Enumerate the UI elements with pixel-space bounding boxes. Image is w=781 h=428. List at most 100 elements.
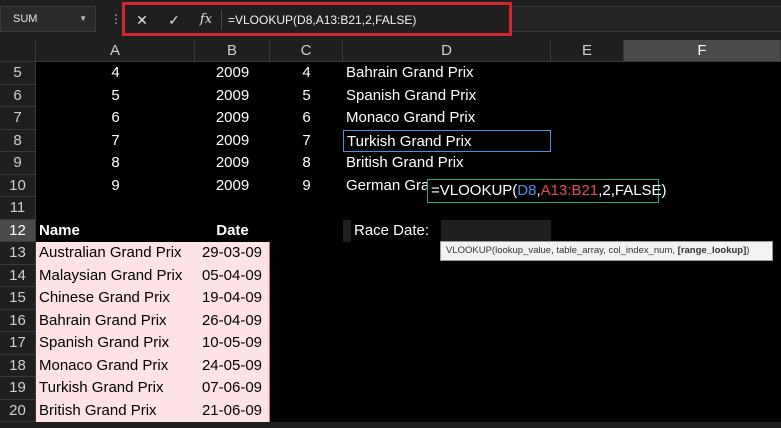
column-header-a[interactable]: A [36,40,195,62]
name-box[interactable]: SUM ▼ [0,6,96,32]
cell-d19[interactable] [343,377,551,400]
cells-ef-19[interactable] [551,377,781,400]
cell-b10[interactable]: 2009 [195,174,270,197]
cells-ef-20[interactable] [551,399,781,422]
select-all-corner[interactable] [0,40,36,62]
row-header-6[interactable]: 6 [0,84,36,107]
cell-b13[interactable]: 29-03-09 [195,242,270,265]
row-header-15[interactable]: 15 [0,287,36,310]
cell-d20[interactable] [343,399,551,422]
cell-c7[interactable]: 6 [270,107,343,130]
cell-c9[interactable]: 8 [270,152,343,175]
cells-ef-7[interactable] [551,107,781,130]
cell-c10[interactable]: 9 [270,174,343,197]
cells-ef-8[interactable] [551,129,781,152]
cell-b9[interactable]: 2009 [195,152,270,175]
cells-ef-6[interactable] [551,84,781,107]
cell-a18[interactable]: Monaco Grand Prix [36,354,195,377]
cell-d9[interactable]: British Grand Prix [343,152,551,175]
more-options-icon[interactable]: ⋮ [110,8,122,30]
cell-d16[interactable] [343,309,551,332]
cell-c11[interactable] [270,197,343,220]
cells-ef-18[interactable] [551,354,781,377]
row-header-20[interactable]: 20 [0,399,36,422]
row-header-16[interactable]: 16 [0,309,36,332]
cell-d7[interactable]: Monaco Grand Prix [343,107,551,130]
cell-c20[interactable] [270,399,343,422]
row-header-18[interactable]: 18 [0,354,36,377]
cell-c12[interactable] [270,219,343,242]
cell-b6[interactable]: 2009 [195,84,270,107]
cell-b11[interactable] [195,197,270,220]
cell-d17[interactable] [343,332,551,355]
editing-cell-d12[interactable]: =VLOOKUP(D8,A13:B21,2,FALSE) [427,179,667,203]
cells-ef-12[interactable] [551,219,781,242]
cell-a6[interactable]: 5 [36,84,195,107]
cell-a5[interactable]: 4 [36,62,195,85]
row-header-8[interactable]: 8 [0,129,36,152]
cell-a7[interactable]: 6 [36,107,195,130]
chevron-down-icon[interactable]: ▼ [79,7,87,31]
cell-b12[interactable]: Date [195,219,270,242]
cell-a19[interactable]: Turkish Grand Prix [36,377,195,400]
cell-c8[interactable]: 7 [270,129,343,152]
cell-d6[interactable]: Spanish Grand Prix [343,84,551,107]
cell-a10[interactable]: 9 [36,174,195,197]
cell-c19[interactable] [270,377,343,400]
cell-a8[interactable]: 7 [36,129,195,152]
cell-a15[interactable]: Chinese Grand Prix [36,287,195,310]
cell-b7[interactable]: 2009 [195,107,270,130]
cell-b18[interactable]: 24-05-09 [195,354,270,377]
cells-ef-17[interactable] [551,332,781,355]
cell-d12[interactable]: Race Date: [351,219,441,242]
row-header-5[interactable]: 5 [0,62,36,85]
row-header-11[interactable]: 11 [0,197,36,220]
cells-ef-14[interactable] [551,264,781,287]
cell-a9[interactable]: 8 [36,152,195,175]
cell-c16[interactable] [270,309,343,332]
cell-a16[interactable]: Bahrain Grand Prix [36,309,195,332]
cell-a20[interactable]: British Grand Prix [36,399,195,422]
cell-a12[interactable]: Name [36,219,195,242]
row-header-17[interactable]: 17 [0,332,36,355]
cell-b20[interactable]: 21-06-09 [195,399,270,422]
column-header-e[interactable]: E [551,40,624,62]
cell-b16[interactable]: 26-04-09 [195,309,270,332]
column-header-d[interactable]: D [343,40,551,62]
row-header-12[interactable]: 12 [0,219,36,242]
column-header-c[interactable]: C [270,40,343,62]
cell-b5[interactable]: 2009 [195,62,270,85]
cell-c18[interactable] [270,354,343,377]
tooltip-bold-arg[interactable]: [range_lookup] [678,245,747,256]
column-header-b[interactable]: B [195,40,270,62]
cell-c6[interactable]: 5 [270,84,343,107]
cell-a11[interactable] [36,197,195,220]
row-header-9[interactable]: 9 [0,152,36,175]
row-header-7[interactable]: 7 [0,107,36,130]
cell-d5[interactable]: Bahrain Grand Prix [343,62,551,85]
cells-ef-15[interactable] [551,287,781,310]
cells-ef-5[interactable] [551,62,781,85]
cell-c13[interactable] [270,242,343,265]
cell-d8[interactable]: Turkish Grand Prix [343,129,551,152]
cell-a13[interactable]: Australian Grand Prix [36,242,195,265]
row-header-10[interactable]: 10 [0,174,36,197]
cell-c14[interactable] [270,264,343,287]
row-header-14[interactable]: 14 [0,264,36,287]
cell-c17[interactable] [270,332,343,355]
cell-a17[interactable]: Spanish Grand Prix [36,332,195,355]
cell-b14[interactable]: 05-04-09 [195,264,270,287]
cell-b8[interactable]: 2009 [195,129,270,152]
cell-a14[interactable]: Malaysian Grand Prix [36,264,195,287]
cell-b17[interactable]: 10-05-09 [195,332,270,355]
row-header-19[interactable]: 19 [0,377,36,400]
cell-d15[interactable] [343,287,551,310]
row-header-13[interactable]: 13 [0,242,36,265]
cell-b15[interactable]: 19-04-09 [195,287,270,310]
cells-ef-16[interactable] [551,309,781,332]
cell-d14[interactable] [343,264,551,287]
cell-c15[interactable] [270,287,343,310]
column-header-f[interactable]: F [624,40,781,62]
cells-ef-9[interactable] [551,152,781,175]
cell-c5[interactable]: 4 [270,62,343,85]
